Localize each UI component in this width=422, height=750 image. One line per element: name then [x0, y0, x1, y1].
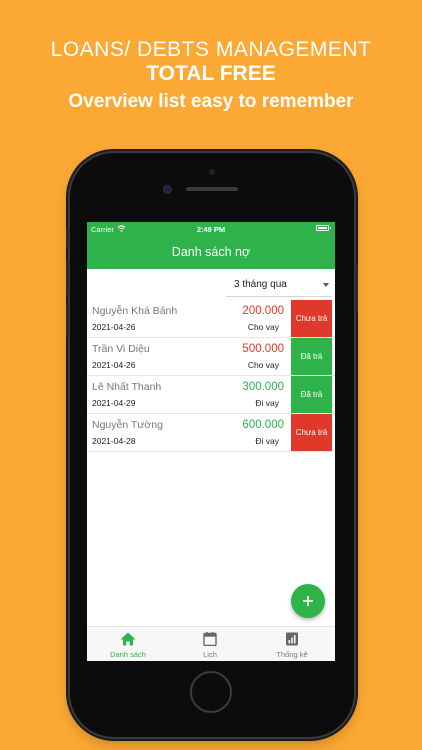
loan-amount: 600.000 — [242, 419, 284, 431]
loan-status-button[interactable]: Đã trả — [291, 376, 332, 413]
volume-up-button — [66, 261, 69, 295]
volume-down-button — [66, 303, 69, 337]
tab-lich[interactable]: Lịch — [169, 627, 251, 661]
loan-date: 2021-04-28 — [92, 436, 136, 446]
loan-amount: 300.000 — [242, 381, 284, 393]
calendar-icon — [203, 632, 217, 646]
loan-row[interactable]: Lê Nhất Thanh 2021-04-29 300.000 Đi vay … — [87, 376, 335, 414]
tab-label: Thống kê — [276, 650, 308, 659]
tab-label: Danh sách — [110, 650, 146, 659]
tab-danh-sach[interactable]: Danh sách — [87, 627, 169, 661]
add-loan-button[interactable] — [291, 584, 325, 618]
home-button[interactable] — [190, 671, 232, 713]
loan-type: Đi vay — [255, 436, 279, 446]
tab-label: Lịch — [203, 650, 217, 659]
loan-person-name: Trần Vi Diệu — [92, 343, 150, 355]
loan-row[interactable]: Nguyễn Tường 2021-04-28 600.000 Đi vay C… — [87, 414, 335, 452]
loan-row[interactable]: Nguyễn Khá Bảnh 2021-04-26 200.000 Cho v… — [87, 300, 335, 338]
page-title: Danh sách nợ — [171, 245, 251, 259]
earpiece-speaker — [186, 187, 238, 191]
status-time: 2:49 PM — [196, 225, 226, 234]
stats-icon — [286, 632, 298, 646]
loan-amount: 200.000 — [242, 305, 284, 317]
loan-date: 2021-04-29 — [92, 398, 136, 408]
front-camera-icon — [164, 186, 171, 193]
loan-type: Đi vay — [255, 398, 279, 408]
loan-status-button[interactable]: Chưa trả — [291, 300, 332, 337]
app-header: Danh sách nợ — [87, 236, 335, 269]
promo-subheadline: TOTAL FREE — [146, 62, 276, 85]
loan-person-name: Lê Nhất Thanh — [92, 381, 162, 393]
period-filter-value: 3 tháng qua — [234, 279, 287, 290]
loan-person-name: Nguyễn Tường — [92, 419, 163, 431]
loan-date: 2021-04-26 — [92, 360, 136, 370]
loan-date: 2021-04-26 — [92, 322, 136, 332]
promo-tagline: Overview list easy to remember — [68, 91, 354, 112]
phone-frame: Carrier 2:49 PM Danh sách nợ 3 tháng qua… — [66, 153, 358, 737]
loan-status-button[interactable]: Chưa trả — [291, 414, 332, 451]
period-filter-dropdown[interactable]: 3 tháng qua — [226, 272, 332, 297]
app-screen: Carrier 2:49 PM Danh sách nợ 3 tháng qua… — [87, 222, 335, 661]
loan-type: Cho vay — [247, 322, 279, 332]
promo-headline: LOANS/ DEBTS MANAGEMENT — [50, 38, 372, 61]
loan-type: Cho vay — [247, 360, 279, 370]
loan-list: Nguyễn Khá Bảnh 2021-04-26 200.000 Cho v… — [87, 300, 335, 452]
bottom-tab-bar: Danh sách Lịch Thống kê — [87, 626, 335, 661]
plus-icon — [303, 596, 313, 606]
battery-icon — [316, 225, 331, 231]
mute-switch — [66, 229, 69, 247]
loan-amount: 500.000 — [242, 343, 284, 355]
home-icon — [120, 632, 136, 646]
loan-row[interactable]: Trần Vi Diệu 2021-04-26 500.000 Cho vay … — [87, 338, 335, 376]
power-button — [355, 265, 358, 313]
tab-thong-ke[interactable]: Thống kê — [251, 627, 333, 661]
sensor-icon — [209, 169, 215, 175]
loan-status-button[interactable]: Đã trả — [291, 338, 332, 375]
chevron-down-icon — [323, 283, 329, 287]
status-bar: Carrier 2:49 PM — [87, 222, 335, 236]
loan-person-name: Nguyễn Khá Bảnh — [92, 305, 178, 317]
